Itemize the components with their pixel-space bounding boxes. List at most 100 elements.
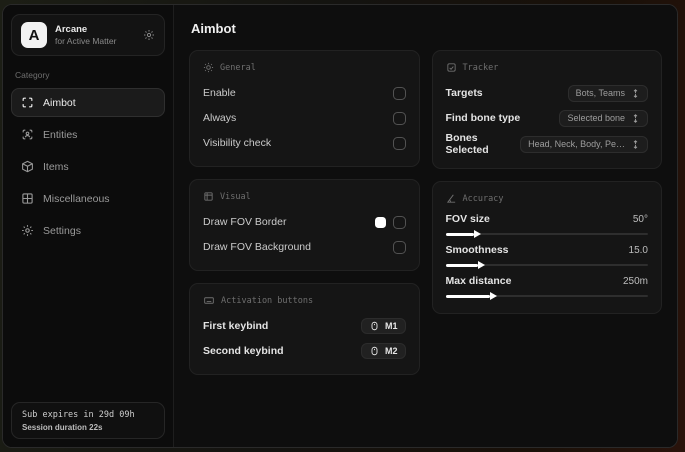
setting-label: Max distance xyxy=(445,275,512,287)
always-checkbox[interactable] xyxy=(392,111,406,125)
brand-title: Arcane xyxy=(55,23,88,35)
general-card-header: General xyxy=(203,62,406,73)
keybind-value: M1 xyxy=(384,321,398,331)
visual-card: Visual Draw FOV Border Draw FOV Backgrou… xyxy=(189,179,420,271)
bones-selected-dropdown[interactable]: Head, Neck, Body, Pe… xyxy=(520,135,648,153)
tracker-card-header: Tracker xyxy=(446,62,649,73)
setting-row-max-distance: Max distance 250m xyxy=(445,275,648,300)
tracker-card-title: Tracker xyxy=(462,62,499,73)
brand-logo: A xyxy=(21,22,47,48)
slider-thumb[interactable] xyxy=(477,261,485,269)
setting-row-enable: Enable xyxy=(203,82,406,104)
sidebar-item-entities[interactable]: Entities xyxy=(11,120,165,149)
draw-fov-background-checkbox[interactable] xyxy=(392,240,406,254)
sidebar-item-label: Settings xyxy=(43,224,81,237)
setting-row-second-keybind: Second keybind M2 xyxy=(203,340,406,362)
first-keybind-button[interactable]: M1 xyxy=(360,318,406,334)
slider-thumb[interactable] xyxy=(490,292,498,300)
settings-gear-icon[interactable] xyxy=(143,29,155,41)
entities-icon xyxy=(21,128,34,141)
session-duration-text: Session duration 22s xyxy=(22,423,103,432)
dropdown-value: Selected bone xyxy=(567,113,625,123)
sidebar: A Arcane for Active Matter Category Aimb… xyxy=(3,5,174,447)
setting-label: Always xyxy=(203,112,237,124)
accuracy-card-header: Accuracy xyxy=(446,193,649,204)
find-bone-type-dropdown[interactable]: Selected bone xyxy=(559,109,648,127)
setting-label: Bones Selected xyxy=(445,132,489,156)
activation-card-header: Activation buttons xyxy=(203,295,406,306)
select-arrows-icon xyxy=(631,113,640,123)
draw-fov-border-checkbox[interactable] xyxy=(392,215,406,229)
setting-row-find-bone-type: Find bone type Selected bone xyxy=(445,107,648,129)
setting-label: Draw FOV Border xyxy=(203,216,287,228)
setting-label: Find bone type xyxy=(445,112,521,124)
tracker-icon xyxy=(446,62,457,73)
fov-border-color-swatch[interactable] xyxy=(374,216,386,228)
scan-icon xyxy=(21,96,34,109)
keyboard-icon xyxy=(203,295,215,306)
grid-icon xyxy=(21,192,34,205)
sidebar-item-label: Entities xyxy=(43,128,78,141)
slider-value: 50° xyxy=(632,213,648,225)
select-arrows-icon xyxy=(631,88,640,98)
sidebar-item-settings[interactable]: Settings xyxy=(11,216,165,245)
dropdown-value: Bots, Teams xyxy=(575,88,625,98)
left-column: General Enable Always Visibility check V… xyxy=(189,50,420,387)
activation-card: Activation buttons First keybind M1 Seco… xyxy=(189,283,420,375)
arcane-menu-window: A Arcane for Active Matter Category Aimb… xyxy=(2,4,678,448)
setting-row-fov-size: FOV size 50° xyxy=(445,213,648,238)
sidebar-item-label: Aimbot xyxy=(43,96,76,109)
frame-icon xyxy=(203,191,214,202)
accuracy-card-title: Accuracy xyxy=(462,193,504,204)
main-panel: Aimbot General Enable Always Visibility … xyxy=(174,5,677,447)
sun-icon xyxy=(203,62,214,73)
max-distance-slider[interactable] xyxy=(445,292,648,300)
slider-value: 250m xyxy=(622,275,648,287)
slider-value: 15.0 xyxy=(628,244,648,256)
mouse-icon xyxy=(369,321,380,331)
setting-label: First keybind xyxy=(203,320,269,332)
page-title: Aimbot xyxy=(191,21,236,36)
setting-label: Draw FOV Background xyxy=(203,241,311,253)
mouse-icon xyxy=(369,346,380,356)
smoothness-slider[interactable] xyxy=(445,261,648,269)
keybind-value: M2 xyxy=(384,346,398,356)
dropdown-value: Head, Neck, Body, Pe… xyxy=(528,139,625,149)
sidebar-item-aimbot[interactable]: Aimbot xyxy=(11,88,165,117)
setting-label: Visibility check xyxy=(203,137,272,149)
sidebar-item-items[interactable]: Items xyxy=(11,152,165,181)
slider-thumb[interactable] xyxy=(473,230,481,238)
setting-row-bones-selected: Bones Selected Head, Neck, Body, Pe… xyxy=(445,132,648,156)
setting-row-draw-fov-border: Draw FOV Border xyxy=(203,211,406,233)
game-backdrop: A Arcane for Active Matter Category Aimb… xyxy=(0,0,685,452)
brand-card: A Arcane for Active Matter xyxy=(11,14,165,56)
angle-icon xyxy=(446,193,457,204)
setting-label: Smoothness xyxy=(445,244,509,256)
setting-row-targets: Targets Bots, Teams xyxy=(446,82,648,104)
setting-label: Second keybind xyxy=(203,345,284,357)
visibility-check-checkbox[interactable] xyxy=(392,136,406,150)
visual-card-title: Visual xyxy=(220,191,251,202)
slider-fill xyxy=(445,230,481,238)
cube-icon xyxy=(21,160,34,173)
setting-label: Enable xyxy=(203,87,236,99)
brand-text: Arcane for Active Matter xyxy=(55,24,135,47)
sidebar-item-label: Miscellaneous xyxy=(43,192,110,205)
targets-dropdown[interactable]: Bots, Teams xyxy=(567,84,648,102)
setting-row-visibility-check: Visibility check xyxy=(203,132,406,154)
fov-size-slider[interactable] xyxy=(445,230,648,238)
subscription-info-box: Sub expires in 29d 09h Session duration … xyxy=(11,402,165,439)
sidebar-item-label: Items xyxy=(43,160,69,173)
gear-icon xyxy=(21,224,34,237)
sub-expiry-text: Sub expires in 29d 09h xyxy=(22,410,135,420)
tracker-card: Tracker Targets Bots, Teams Find bone ty… xyxy=(431,50,662,169)
activation-card-title: Activation buttons xyxy=(221,295,314,306)
sidebar-item-miscellaneous[interactable]: Miscellaneous xyxy=(11,184,165,213)
general-card: General Enable Always Visibility check xyxy=(189,50,420,167)
enable-checkbox[interactable] xyxy=(392,86,406,100)
visual-card-header: Visual xyxy=(203,191,406,202)
setting-row-draw-fov-background: Draw FOV Background xyxy=(203,236,406,258)
general-card-title: General xyxy=(220,62,256,73)
second-keybind-button[interactable]: M2 xyxy=(360,343,406,359)
category-label: Category xyxy=(15,70,50,80)
